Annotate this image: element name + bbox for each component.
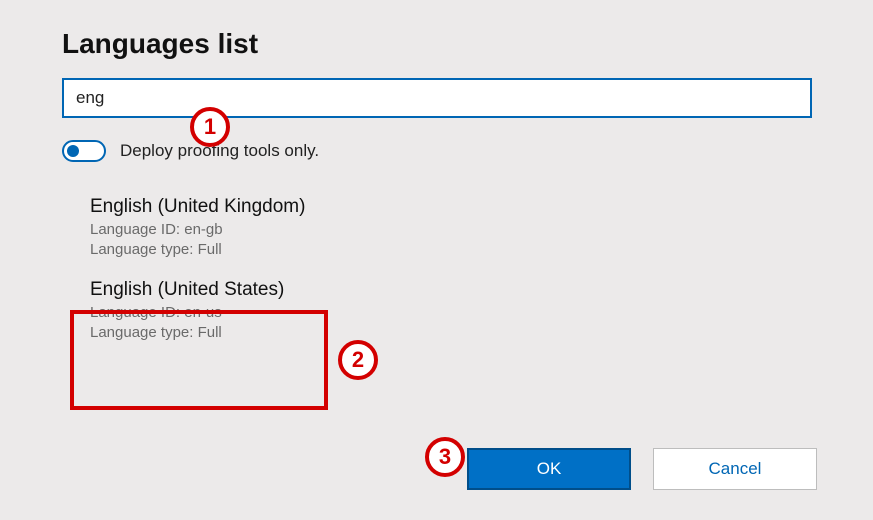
toggle-knob-icon <box>67 145 79 157</box>
annotation-callout-3: 3 <box>425 437 465 477</box>
language-type: Language type: Full <box>90 323 330 343</box>
language-name: English (United States) <box>90 279 330 301</box>
proofing-toggle-row: Deploy proofing tools only. <box>62 140 811 162</box>
proofing-tools-toggle[interactable] <box>62 140 106 162</box>
language-result-item[interactable]: English (United Kingdom) Language ID: en… <box>80 190 340 269</box>
language-results-list: English (United Kingdom) Language ID: en… <box>80 190 811 351</box>
language-name: English (United Kingdom) <box>90 196 330 218</box>
language-result-item[interactable]: English (United States) Language ID: en-… <box>80 273 340 352</box>
language-search-input[interactable] <box>62 78 812 118</box>
language-id: Language ID: en-us <box>90 303 330 323</box>
annotation-callout-1: 1 <box>190 107 230 147</box>
dialog-title: Languages list <box>62 28 811 60</box>
language-type: Language type: Full <box>90 240 330 260</box>
language-id: Language ID: en-gb <box>90 220 330 240</box>
annotation-callout-2: 2 <box>338 340 378 380</box>
dialog-button-row: OK Cancel <box>467 448 817 490</box>
cancel-button[interactable]: Cancel <box>653 448 817 490</box>
languages-dialog: Languages list Deploy proofing tools onl… <box>0 0 873 351</box>
ok-button[interactable]: OK <box>467 448 631 490</box>
